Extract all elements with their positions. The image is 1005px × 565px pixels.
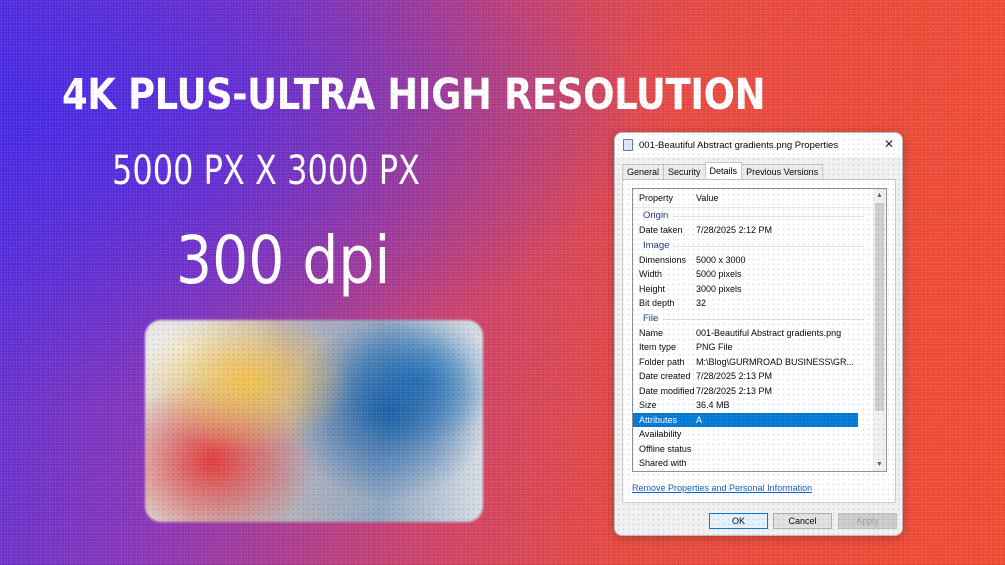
dimensions-text: 5000 PX X 3000 PX <box>112 148 420 194</box>
tab-general[interactable]: General <box>622 164 665 179</box>
ok-button[interactable]: OK <box>709 513 768 529</box>
property-name: Item type <box>639 342 677 352</box>
property-name: Width <box>639 269 663 279</box>
property-value: 5000 pixels <box>696 269 742 279</box>
property-value: 36.4 MB <box>696 400 730 410</box>
properties-dialog: 001-Beautiful Abstract gradients.png Pro… <box>614 132 903 536</box>
property-row[interactable]: Dimensions 5000 x 3000 <box>633 253 886 268</box>
group-image: Image <box>633 238 886 253</box>
scroll-up-icon[interactable]: ▲ <box>873 189 886 202</box>
property-row[interactable]: Date modified 7/28/2025 2:13 PM <box>633 384 886 399</box>
property-name: Date taken <box>639 225 683 235</box>
property-row[interactable]: Shared with <box>633 456 886 471</box>
property-row[interactable]: Width 5000 pixels <box>633 267 886 282</box>
remove-properties-link[interactable]: Remove Properties and Personal Informati… <box>632 483 812 493</box>
property-name: Date created <box>639 371 691 381</box>
property-value: 7/28/2025 2:13 PM <box>696 371 773 381</box>
tab-bar: General Security Details Previous Versio… <box>622 162 824 179</box>
property-name: Attributes <box>639 414 678 425</box>
property-row[interactable]: Item type PNG File <box>633 340 886 355</box>
details-panel: Property Value Origin Date taken 7/28/20… <box>622 179 896 503</box>
property-name: Offline status <box>639 443 692 454</box>
property-row[interactable]: Size 36.4 MB <box>633 398 886 413</box>
property-name: Dimensions <box>639 254 687 265</box>
group-divider <box>663 318 864 320</box>
property-name: Folder path <box>639 356 685 367</box>
gradient-preview-image <box>145 320 483 522</box>
property-row[interactable]: Offline status <box>633 442 886 457</box>
close-icon[interactable]: ✕ <box>882 137 896 151</box>
property-name: Size <box>639 400 657 410</box>
group-origin: Origin <box>633 208 886 223</box>
group-label: Image <box>643 239 670 251</box>
property-row[interactable]: Date created 7/28/2025 2:13 PM <box>633 369 886 384</box>
list-header: Property Value <box>633 189 886 208</box>
property-value: 001-Beautiful Abstract gradients.png <box>696 327 842 338</box>
scroll-thumb[interactable] <box>875 203 884 411</box>
column-header-property[interactable]: Property <box>639 193 673 203</box>
property-row[interactable]: Date taken 7/28/2025 2:12 PM <box>633 223 886 238</box>
cancel-button[interactable]: Cancel <box>773 513 832 529</box>
group-file: File <box>633 311 886 326</box>
property-row[interactable]: Height 3000 pixels <box>633 282 886 297</box>
group-label: Origin <box>643 210 669 221</box>
property-value: M:\Blog\GURMROAD BUSINESS\GR... <box>696 356 855 367</box>
group-divider <box>673 216 864 217</box>
tab-details[interactable]: Details <box>704 162 743 179</box>
dpi-text: 300 dpi <box>176 222 391 299</box>
property-name: Availability <box>639 429 682 439</box>
dialog-title: 001-Beautiful Abstract gradients.png Pro… <box>639 139 839 151</box>
group-label: File <box>643 312 659 324</box>
property-value: PNG File <box>696 342 733 352</box>
property-value: 3000 pixels <box>696 283 742 294</box>
property-row[interactable]: Availability <box>633 427 886 442</box>
property-name: Shared with <box>639 458 687 468</box>
apply-button[interactable]: Apply <box>838 513 897 529</box>
property-value: 7/28/2025 2:12 PM <box>696 225 773 235</box>
headline: 4K PLUS-ULTRA HIGH RESOLUTION <box>62 70 766 120</box>
vertical-scrollbar[interactable]: ▲ ▼ <box>873 189 886 471</box>
property-name: Bit depth <box>639 298 675 308</box>
property-name: Height <box>639 283 666 294</box>
property-row[interactable]: Name 001-Beautiful Abstract gradients.pn… <box>633 326 886 341</box>
property-row[interactable]: Folder path M:\Blog\GURMROAD BUSINESS\GR… <box>633 355 886 370</box>
tab-security[interactable]: Security <box>663 164 706 179</box>
property-value: 7/28/2025 2:13 PM <box>696 385 773 396</box>
property-row-selected[interactable]: Attributes A <box>633 412 858 427</box>
property-value: A <box>696 414 703 425</box>
property-value: 5000 x 3000 <box>696 254 746 265</box>
property-value: 32 <box>696 298 707 308</box>
dialog-titlebar: 001-Beautiful Abstract gradients.png Pro… <box>615 133 902 157</box>
property-list[interactable]: Property Value Origin Date taken 7/28/20… <box>632 188 887 472</box>
group-divider <box>673 245 864 247</box>
property-name: Date modified <box>639 385 695 396</box>
property-row[interactable]: Bit depth 32 <box>633 296 886 311</box>
scroll-down-icon[interactable]: ▼ <box>873 458 886 471</box>
tab-previous-versions[interactable]: Previous Versions <box>741 164 824 179</box>
file-icon <box>623 139 633 151</box>
column-header-value[interactable]: Value <box>696 193 718 203</box>
property-name: Name <box>639 327 664 338</box>
